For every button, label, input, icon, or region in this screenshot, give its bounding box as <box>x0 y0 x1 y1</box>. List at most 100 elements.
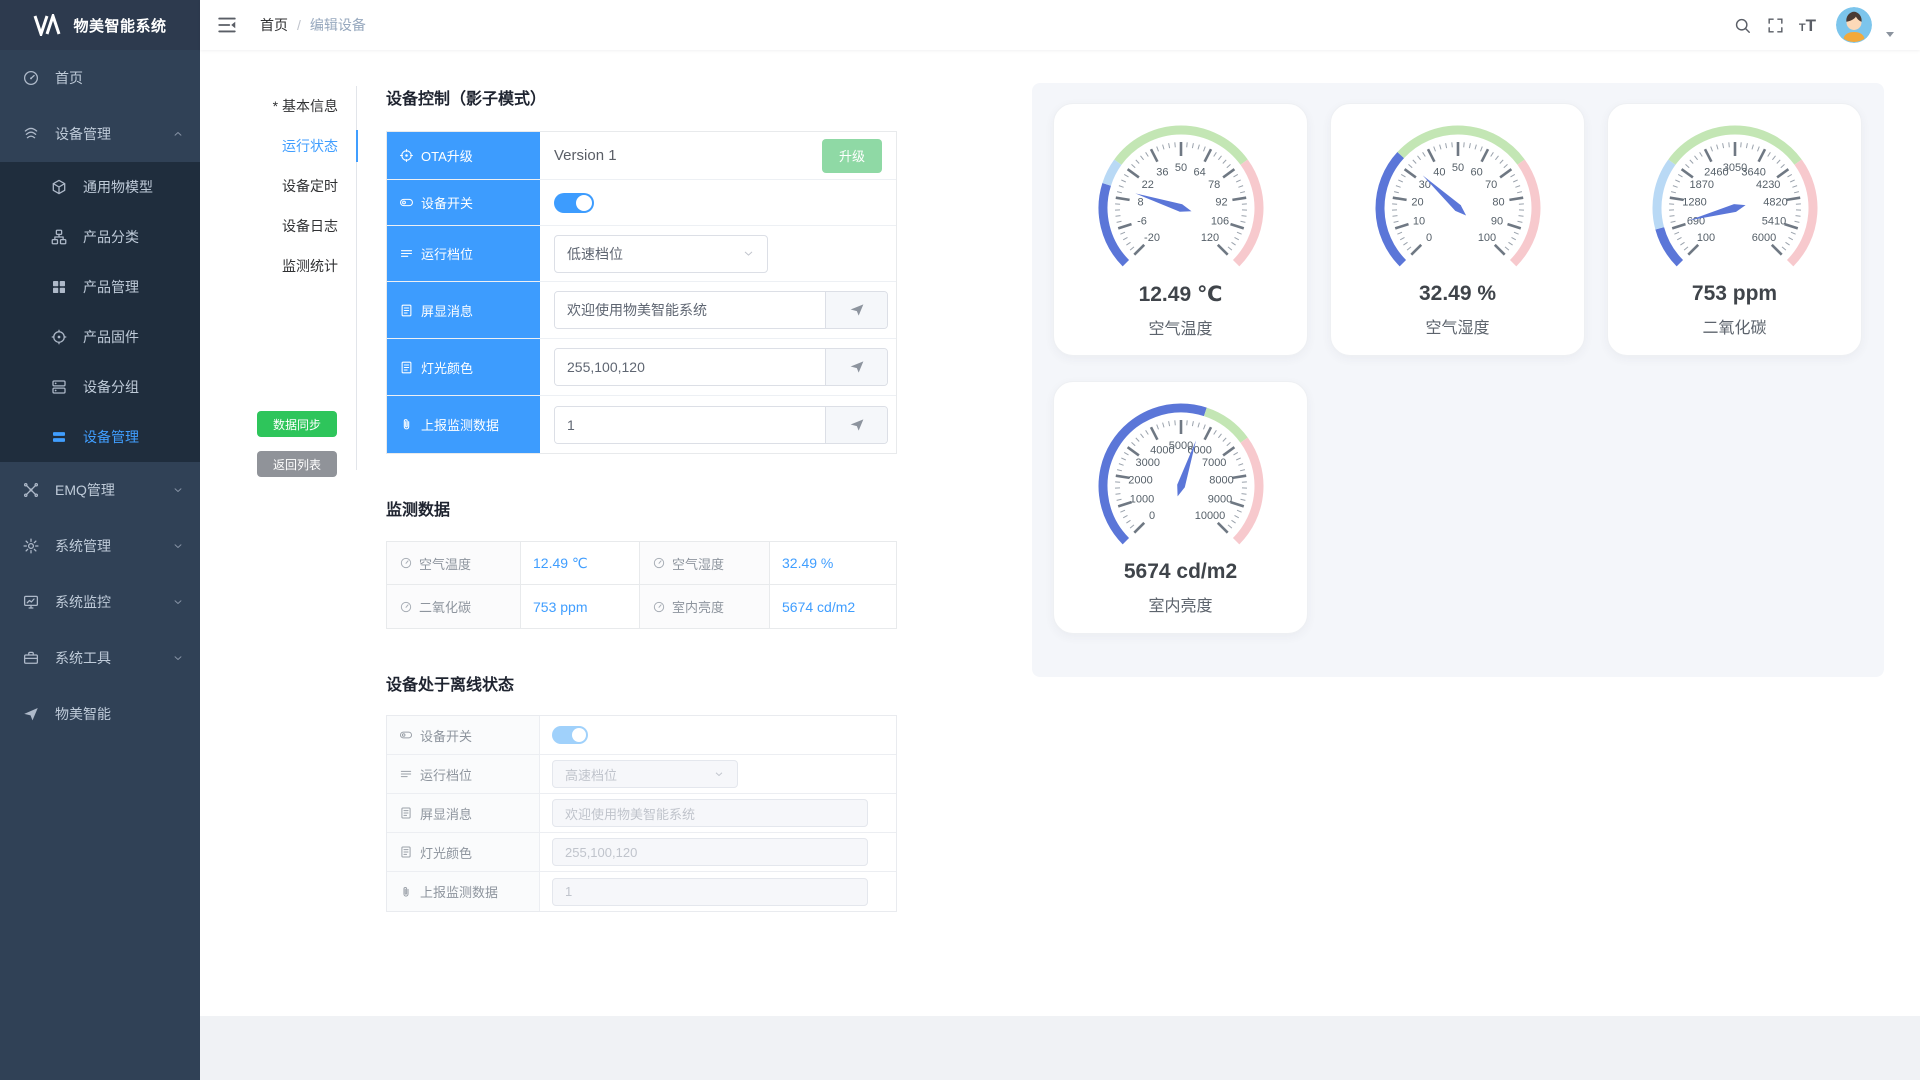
app-title: 物美智能系统 <box>73 15 166 36</box>
font-size-icon[interactable]: TT <box>1799 17 1816 34</box>
page-content: * 基本信息 运行状态 设备定时 设备日志 监测统计 数据同步 返回列表 设备控… <box>200 50 1920 1016</box>
topbar: 首页 / 编辑设备 TT <box>200 0 1920 50</box>
gauge-svg: 1006901280187024603050364042304820541060… <box>1625 120 1845 276</box>
send-icon <box>848 416 866 434</box>
device-list-icon <box>50 428 68 446</box>
grid-icon <box>50 278 68 296</box>
report-data-input[interactable] <box>555 407 825 443</box>
monitor-section-title: 监测数据 <box>386 496 897 520</box>
upgrade-button[interactable]: 升级 <box>822 139 882 173</box>
sidebar-item-label: 设备管理 <box>83 427 139 447</box>
gauge-title: 空气湿度 <box>1331 314 1584 338</box>
monitor-value: 12.49 ℃ <box>521 542 640 585</box>
sidebar-item-wumei-smart[interactable]: 物美智能 <box>0 686 200 742</box>
sidebar-item-label: 设备分组 <box>83 377 139 397</box>
category-icon <box>50 228 68 246</box>
breadcrumb-home[interactable]: 首页 <box>260 15 288 35</box>
back-to-list-button[interactable]: 返回列表 <box>257 451 337 477</box>
sidebar: 物美智能系统 首页设备管理通用物模型产品分类产品管理产品固件设备分组设备管理EM… <box>0 0 200 1080</box>
svg-text:3640: 3640 <box>1741 166 1765 178</box>
gauge-value: 32.49 % <box>1331 282 1584 306</box>
send-report-button[interactable] <box>825 407 887 443</box>
gauge-grid: -20-6822365064789210612012.49 ℃空气温度01020… <box>1053 103 1884 659</box>
svg-text:8000: 8000 <box>1209 474 1233 486</box>
sidebar-item-common-model[interactable]: 通用物模型 <box>0 162 200 212</box>
main-area: 首页 / 编辑设备 TT <box>200 0 1920 1080</box>
sidebar-item-label: 系统管理 <box>55 536 111 556</box>
gauge-card: 010203040506070809010032.49 %空气湿度 <box>1330 103 1585 356</box>
fullscreen-icon[interactable] <box>1766 16 1785 35</box>
offline-section-title: 设备处于离线状态 <box>386 671 897 695</box>
chevron-down-icon <box>172 596 184 608</box>
switch-icon <box>399 195 414 210</box>
sidebar-item-label: 系统工具 <box>55 648 111 668</box>
level-icon <box>399 767 413 781</box>
tab-basic-info[interactable]: * 基本信息 <box>200 86 356 126</box>
tab-device-log[interactable]: 设备日志 <box>200 206 356 246</box>
monitor-label: 二氧化碳 <box>387 585 521 628</box>
svg-text:60: 60 <box>1470 166 1482 178</box>
sidebar-collapse-icon[interactable] <box>216 14 238 36</box>
sidebar-item-emq-mgmt[interactable]: EMQ管理 <box>0 462 200 518</box>
tab-device-timer[interactable]: 设备定时 <box>200 166 356 206</box>
sidebar-item-label: 系统监控 <box>55 592 111 612</box>
sidebar-item-product-mgmt[interactable]: 产品管理 <box>0 262 200 312</box>
monitor-value: 753 ppm <box>521 585 640 628</box>
gauge-value: 5674 cd/m2 <box>1054 560 1307 584</box>
sidebar-item-product-firmware[interactable]: 产品固件 <box>0 312 200 362</box>
app-logo-icon <box>33 14 63 36</box>
run-level-select[interactable]: 低速档位 <box>554 235 768 273</box>
svg-text:2000: 2000 <box>1128 474 1152 486</box>
svg-text:64: 64 <box>1193 166 1205 178</box>
sidebar-item-device-group[interactable]: 设备分组 <box>0 362 200 412</box>
send-message-button[interactable] <box>825 292 887 328</box>
firmware-version: Version 1 <box>554 147 617 164</box>
offline-screen-message-input: 欢迎使用物美智能系统 <box>552 799 868 827</box>
sidebar-item-device-mgmt[interactable]: 设备管理 <box>0 412 200 462</box>
screen-message-input[interactable] <box>555 292 825 328</box>
monitor-value: 32.49 % <box>770 542 896 585</box>
light-color-input[interactable] <box>555 349 825 385</box>
sidebar-item-label: 设备管理 <box>55 124 111 144</box>
svg-text:9000: 9000 <box>1207 494 1231 506</box>
monitor-table: 空气温度 12.49 ℃ 空气湿度 32.49 % 二氧化碳 753 ppm 室… <box>386 541 897 629</box>
chevron-down-icon <box>742 247 755 260</box>
send-icon <box>848 358 866 376</box>
tab-run-status[interactable]: 运行状态 <box>200 126 356 166</box>
avatar[interactable] <box>1836 7 1872 43</box>
device-switch-toggle[interactable] <box>554 193 594 213</box>
offline-row-gear: 运行档位 高速档位 <box>387 755 896 794</box>
svg-text:4820: 4820 <box>1763 196 1787 208</box>
svg-text:6000: 6000 <box>1751 232 1775 244</box>
sidebar-item-system-mgmt[interactable]: 系统管理 <box>0 518 200 574</box>
svg-text:80: 80 <box>1492 196 1504 208</box>
search-icon[interactable] <box>1733 16 1752 35</box>
offline-run-level-select[interactable]: 高速档位 <box>552 760 738 788</box>
sidebar-item-system-monitor[interactable]: 系统监控 <box>0 574 200 630</box>
sidebar-item-product-category[interactable]: 产品分类 <box>0 212 200 262</box>
data-sync-button[interactable]: 数据同步 <box>257 411 337 437</box>
sidebar-item-home[interactable]: 首页 <box>0 50 200 106</box>
svg-text:78: 78 <box>1208 179 1220 191</box>
gauge-card: 0100020003000400050006000700080009000100… <box>1053 381 1308 634</box>
caret-down-icon[interactable] <box>1886 32 1894 37</box>
chevron-down-icon <box>172 484 184 496</box>
logo-bar[interactable]: 物美智能系统 <box>0 0 200 50</box>
device-control-column: 设备控制（影子模式） OTA升级 Version 1 升级 设备开关 <box>386 85 897 912</box>
chevron-down-icon <box>172 540 184 552</box>
monitor-label: 空气温度 <box>387 542 521 585</box>
clip-icon <box>399 885 413 899</box>
group-icon <box>50 378 68 396</box>
tab-monitor-stats[interactable]: 监测统计 <box>200 246 356 286</box>
app-root: 物美智能系统 首页设备管理通用物模型产品分类产品管理产品固件设备分组设备管理EM… <box>0 0 1920 1080</box>
doc-icon <box>399 806 413 820</box>
toolbox-icon <box>22 649 40 667</box>
sidebar-item-system-tools[interactable]: 系统工具 <box>0 630 200 686</box>
monitor-value: 5674 cd/m2 <box>770 585 896 628</box>
gauge-value: 753 ppm <box>1608 282 1861 306</box>
offline-device-switch-toggle[interactable] <box>552 726 588 744</box>
send-light-color-button[interactable] <box>825 349 887 385</box>
sidebar-item-device-mgmt-group[interactable]: 设备管理 <box>0 106 200 162</box>
offline-row-report: 上报监测数据 1 <box>387 872 896 911</box>
offline-row-light: 灯光颜色 255,100,120 <box>387 833 896 872</box>
